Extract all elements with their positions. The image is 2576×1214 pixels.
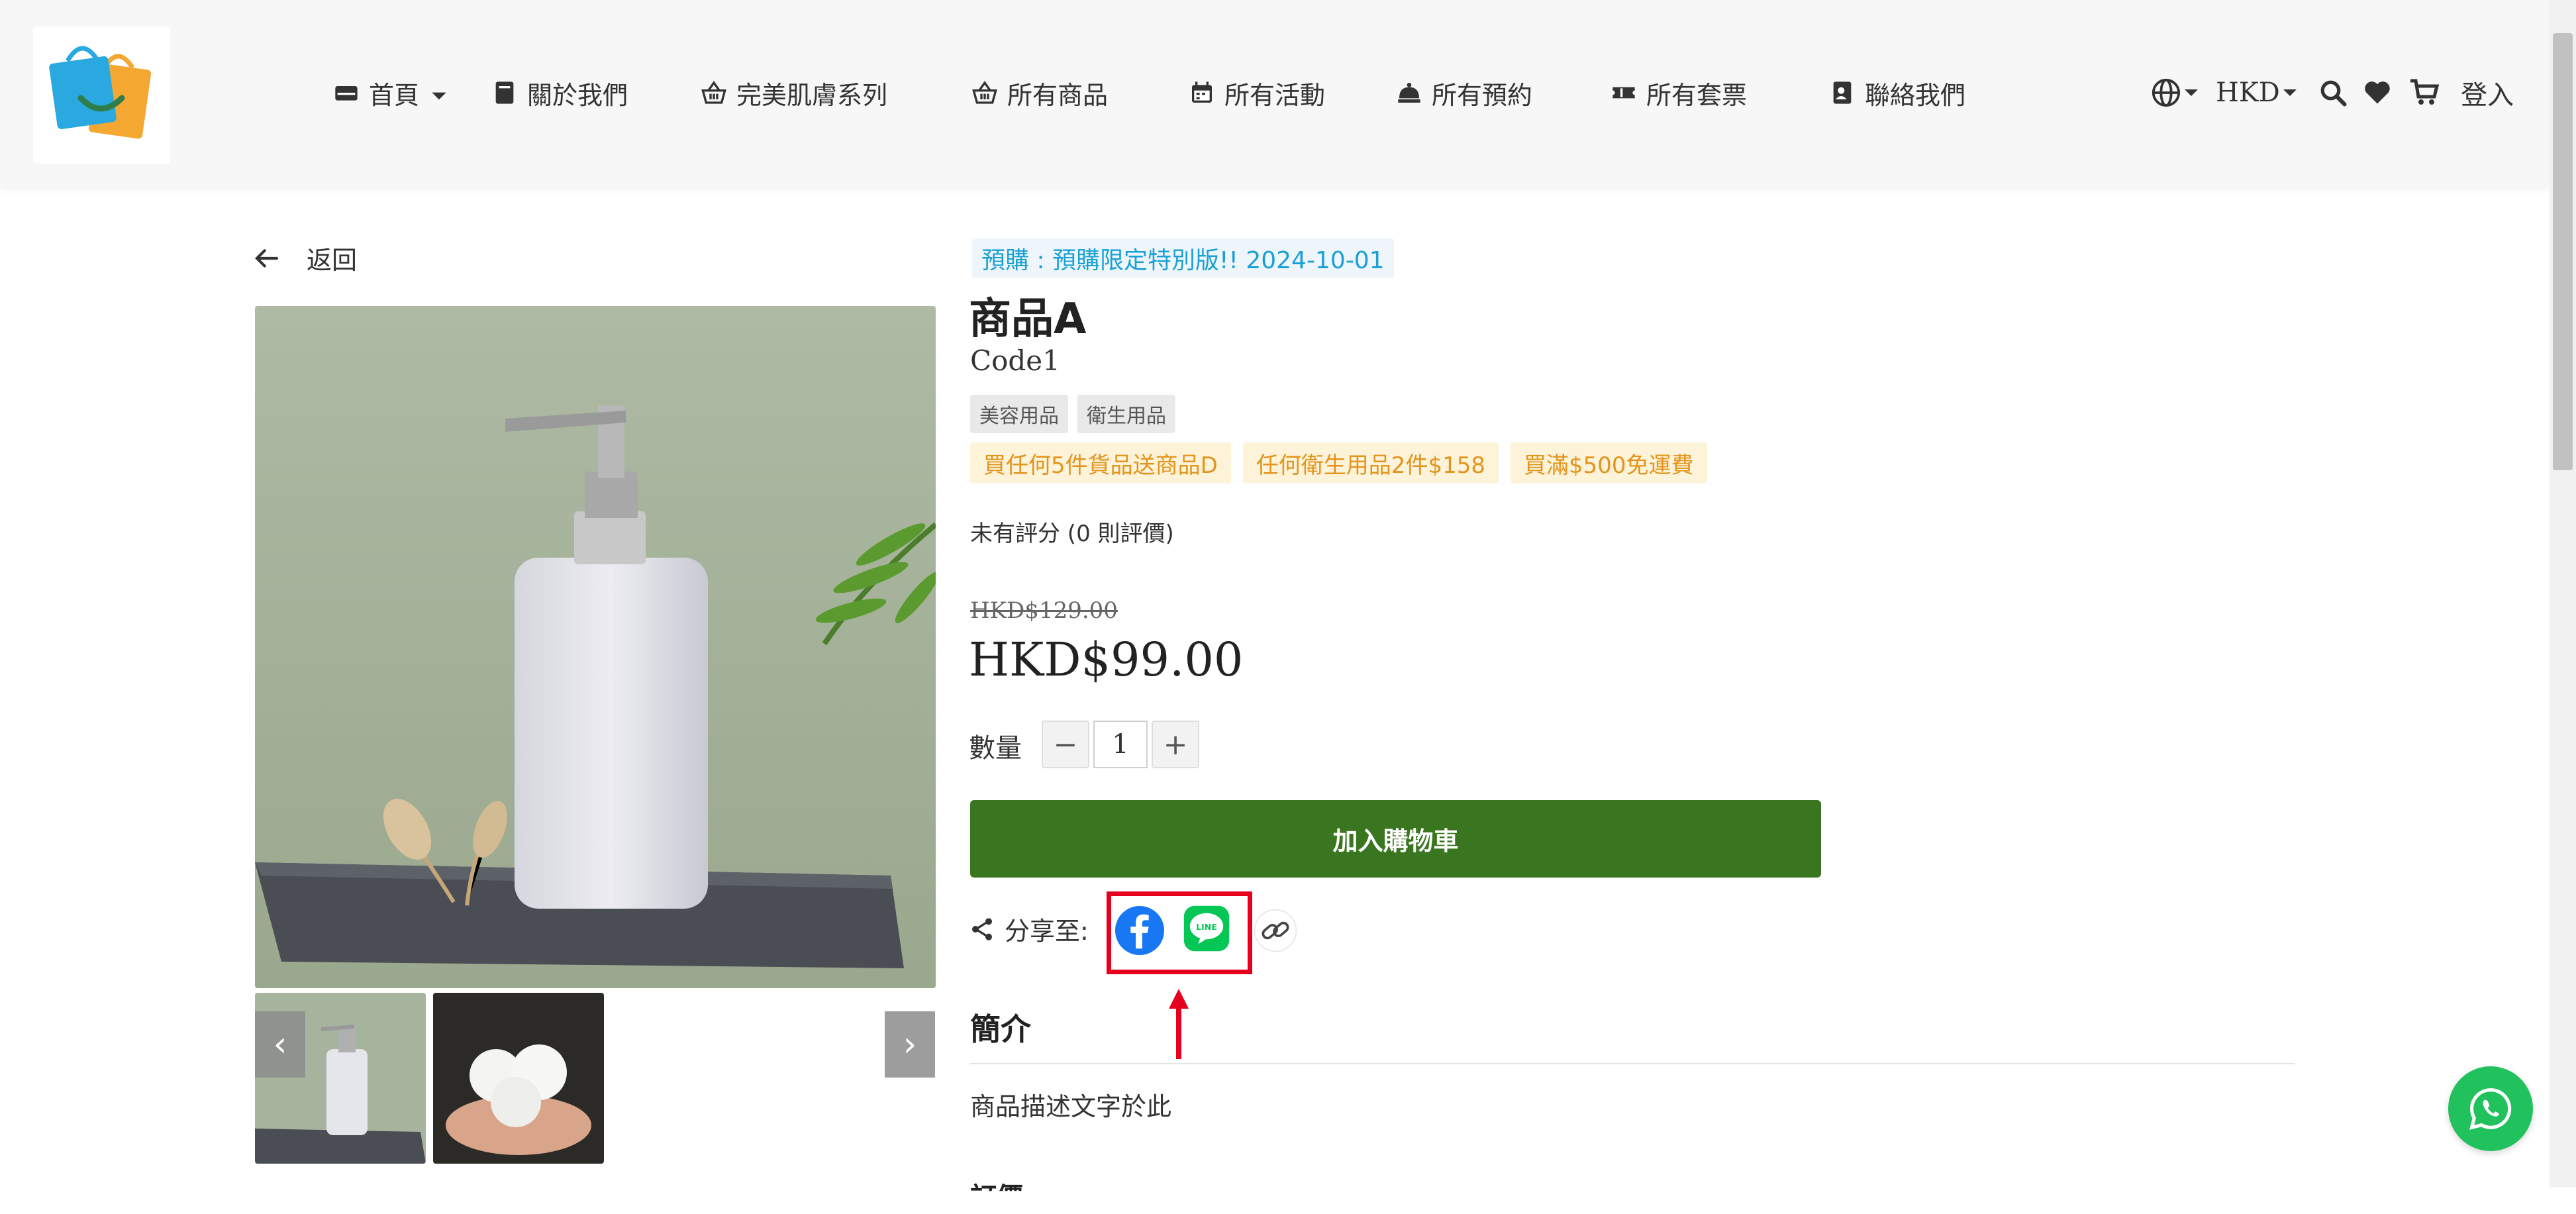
login-link[interactable]: 登入 xyxy=(2461,70,2514,116)
basket-icon xyxy=(701,81,726,104)
add-to-cart-button[interactable]: 加入購物車 xyxy=(970,800,1821,878)
currency-selector[interactable]: HKD xyxy=(2216,70,2300,116)
thumbnail-prev-button[interactable]: ‹ xyxy=(255,1011,305,1078)
calendar-icon xyxy=(1192,81,1212,103)
description-title: 簡介 xyxy=(970,1011,1031,1047)
nav-home[interactable]: 首頁 xyxy=(333,73,450,113)
product-tag[interactable]: 美容用品 xyxy=(970,395,1068,433)
login-label: 登入 xyxy=(2461,80,2514,111)
globe-icon xyxy=(2152,78,2181,107)
nav-skincare[interactable]: 完美肌膚系列 xyxy=(701,73,887,113)
nav-contact[interactable]: 聯絡我們 xyxy=(1829,73,1965,113)
chevron-left-icon: ‹ xyxy=(273,1025,287,1064)
nav-packages[interactable]: 所有套票 xyxy=(1610,73,1747,113)
product-tags: 美容用品 衛生用品 xyxy=(970,395,1175,433)
thumbnail-next-button[interactable]: › xyxy=(885,1011,935,1078)
original-price: HKD$129.00 xyxy=(970,597,1118,624)
soap-dispenser-photo xyxy=(255,306,936,988)
contact-card-icon xyxy=(1833,81,1852,104)
back-label: 返回 xyxy=(307,246,358,275)
wishlist-button[interactable] xyxy=(2363,70,2392,116)
shopping-bag-logo-icon xyxy=(49,46,152,139)
cart-icon xyxy=(2410,79,2440,105)
back-link[interactable]: 返回 xyxy=(254,240,357,276)
nav-packages-label: 所有套票 xyxy=(1646,80,1748,110)
search-icon xyxy=(2320,80,2347,107)
annotation-arrow-up-icon xyxy=(1169,989,1189,1059)
quantity-increment-button[interactable]: + xyxy=(1152,721,1199,768)
nav-about[interactable]: 關於我們 xyxy=(491,73,628,113)
search-button[interactable] xyxy=(2319,70,2347,116)
share-label: 分享至: xyxy=(1005,917,1089,946)
promotion-badge[interactable]: 買滿$500免運費 xyxy=(1510,442,1707,483)
basket-icon xyxy=(972,81,997,104)
nav-contact-label: 聯絡我們 xyxy=(1865,80,1966,110)
nav-events[interactable]: 所有活動 xyxy=(1189,73,1325,113)
home-icon xyxy=(335,86,358,101)
nav-events-label: 所有活動 xyxy=(1224,80,1326,110)
currency-label: HKD xyxy=(2216,77,2280,108)
caret-down-icon xyxy=(2185,89,2198,96)
promotion-badge[interactable]: 任何衛生用品2件$158 xyxy=(1242,442,1499,483)
preorder-badge: 預購 : 預購限定特別版!! 2024-10-01 xyxy=(972,238,1394,278)
quantity-label: 數量 xyxy=(969,733,1022,764)
nav-about-label: 關於我們 xyxy=(527,80,628,110)
copy-link-icon[interactable] xyxy=(1254,909,1297,952)
product-tag[interactable]: 衛生用品 xyxy=(1077,395,1175,433)
cart-button[interactable] xyxy=(2409,70,2441,116)
quantity-input[interactable] xyxy=(1093,721,1148,768)
arrow-left-icon xyxy=(255,248,279,268)
book-icon xyxy=(495,81,514,104)
thumbnail-cotton[interactable] xyxy=(433,993,604,1164)
line-share-icon[interactable]: LINE xyxy=(1183,905,1230,952)
description-text: 商品描述文字於此 xyxy=(970,1092,1172,1121)
sale-price: HKD$99.00 xyxy=(969,632,1244,687)
section-divider xyxy=(970,1063,2295,1064)
shop-logo[interactable] xyxy=(33,26,170,164)
nav-all-products[interactable]: 所有商品 xyxy=(971,73,1108,113)
facebook-share-icon[interactable] xyxy=(1114,905,1165,956)
share-row: 分享至: xyxy=(969,911,1089,947)
whatsapp-chat-button[interactable] xyxy=(2448,1066,2533,1151)
thumbnail-cotton-photo xyxy=(433,993,604,1164)
rating-summary[interactable]: 未有評分 (0 則評價) xyxy=(970,515,1174,548)
scrollbar-thumb[interactable] xyxy=(2553,33,2573,470)
quantity-stepper: − + xyxy=(1042,721,1199,768)
chevron-right-icon: › xyxy=(903,1025,917,1064)
caret-down-icon xyxy=(2283,89,2297,96)
ticket-icon xyxy=(1612,87,1635,99)
quantity-decrement-button[interactable]: − xyxy=(1042,721,1089,768)
caret-down-icon xyxy=(432,92,446,100)
svg-text:LINE: LINE xyxy=(1196,922,1217,932)
nav-bookings[interactable]: 所有預約 xyxy=(1396,73,1532,113)
nav-home-label: 首頁 xyxy=(369,80,420,110)
whatsapp-icon xyxy=(2469,1088,2512,1130)
product-name: 商品A xyxy=(969,295,1087,344)
promotion-badge[interactable]: 買任何5件貨品送商品D xyxy=(970,442,1231,483)
heart-icon xyxy=(2365,81,2390,104)
nav-skincare-label: 完美肌膚系列 xyxy=(736,80,888,110)
language-selector[interactable] xyxy=(2151,70,2201,116)
share-icon xyxy=(972,917,992,940)
nav-bookings-label: 所有預約 xyxy=(1432,80,1533,110)
service-bell-icon xyxy=(1398,83,1420,103)
promotion-list: 買任何5件貨品送商品D 任何衛生用品2件$158 買滿$500免運費 xyxy=(970,442,1707,483)
next-section-title-partial: 訂價 xyxy=(970,1182,1023,1213)
nav-all-products-label: 所有商品 xyxy=(1007,80,1109,110)
product-main-image[interactable] xyxy=(255,306,936,988)
product-code: Code1 xyxy=(970,344,1060,377)
